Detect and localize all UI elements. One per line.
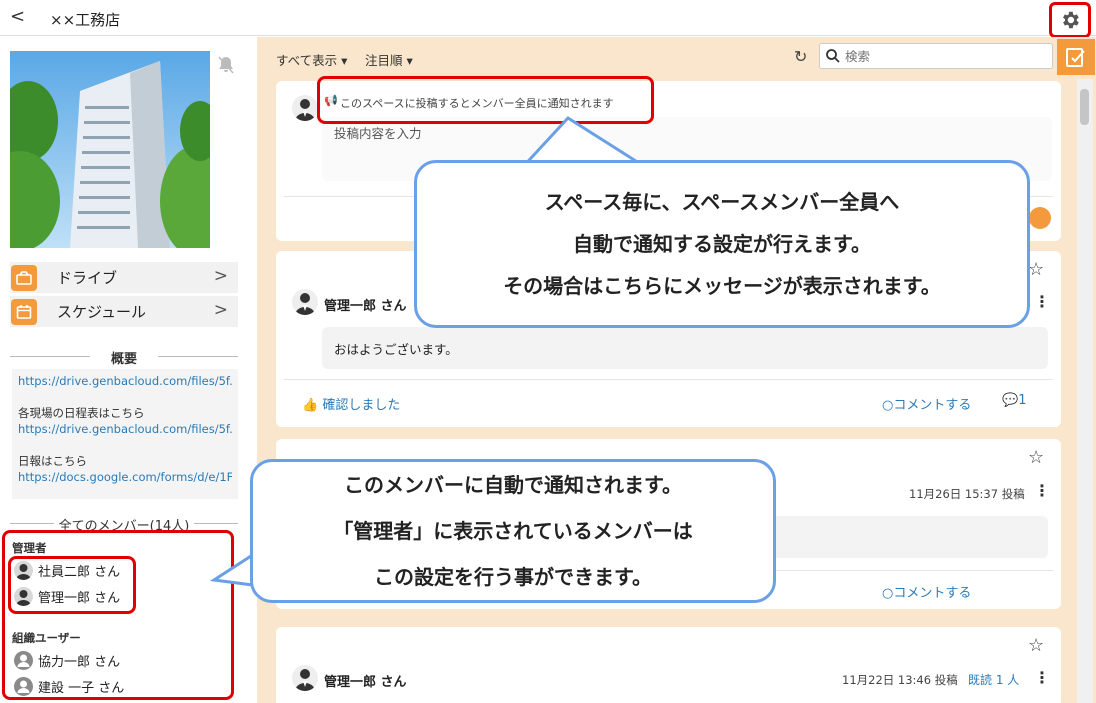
edit-note-icon	[1066, 48, 1085, 67]
scrollbar[interactable]	[1077, 79, 1093, 703]
drive-button[interactable]: ドライブ >	[10, 262, 238, 293]
post-card: ☆ 管理一郎 さん 11月22日 13:46 投稿 既読 1 人 ⋮	[276, 627, 1061, 703]
star-icon[interactable]: ☆	[1028, 635, 1044, 656]
overview-heading: 概要	[10, 348, 238, 367]
callout-line: このメンバーに自動で通知されます。	[344, 473, 682, 497]
search-box[interactable]	[819, 43, 1053, 69]
avatar	[292, 665, 318, 691]
callout-line: この設定を行う事ができます。	[374, 565, 652, 589]
divider	[284, 379, 1053, 380]
post-body-text: おはようございます。	[334, 342, 458, 357]
post-input-placeholder: 投稿内容を入力	[334, 126, 422, 141]
comment-label: コメントする	[893, 398, 972, 413]
comment-count[interactable]: 💬1	[1002, 393, 1026, 408]
callout-line: 自動で通知する設定が行えます。	[573, 232, 871, 256]
schedule-label: スケジュール	[57, 303, 146, 321]
admin-members-highlight	[8, 556, 136, 614]
comment-button[interactable]: ○コメントする	[882, 394, 971, 413]
comment-button[interactable]: ○コメントする	[882, 582, 971, 601]
search-icon	[826, 49, 840, 63]
post-author[interactable]: 管理一郎 さん	[324, 295, 407, 314]
calendar-icon	[11, 298, 37, 325]
post-meta: 11月26日 15:37 投稿	[909, 487, 1025, 501]
filter-dropdown[interactable]: すべて表示 ▾	[276, 50, 347, 69]
more-vert-icon[interactable]: ⋮	[1034, 292, 1050, 311]
space-title: ××工務店	[50, 11, 121, 29]
back-button[interactable]: <	[10, 6, 25, 27]
top-bar: < ××工務店	[0, 0, 1096, 38]
comment-count-value: 1	[1018, 393, 1027, 408]
post-author[interactable]: 管理一郎 さん	[324, 671, 407, 690]
settings-button[interactable]	[1049, 2, 1091, 38]
mute-bell-icon[interactable]	[216, 55, 236, 75]
drive-label: ドライブ	[57, 269, 118, 287]
post-body: おはようございます。	[322, 327, 1048, 369]
drive-icon	[11, 264, 37, 291]
callout-line: その場合はこちらにメッセージが表示されます。	[503, 274, 941, 298]
new-post-button[interactable]	[1057, 39, 1095, 75]
star-icon[interactable]: ☆	[1028, 447, 1044, 468]
confirm-label: 確認しました	[322, 398, 401, 413]
top-callout: スペース毎に、スペースメンバー全員へ 自動で通知する設定が行えます。 その場合は…	[414, 160, 1030, 328]
overview-link[interactable]: https://docs.google.com/forms/d/e/1F...	[18, 469, 232, 485]
space-photo	[10, 51, 210, 248]
overview-link[interactable]: https://drive.genbacloud.com/files/5f...	[18, 421, 232, 437]
schedule-button[interactable]: スケジュール >	[10, 296, 238, 327]
post-meta: 11月22日 13:46 投稿	[842, 673, 958, 687]
star-icon[interactable]: ☆	[1028, 259, 1044, 280]
search-input[interactable]	[845, 48, 1045, 64]
gear-icon	[1063, 11, 1079, 29]
comment-label: コメントする	[893, 586, 972, 601]
chevron-right-icon: >	[213, 266, 228, 286]
callout-line: 「管理者」に表示されているメンバーは	[333, 519, 693, 543]
callout-line: スペース毎に、スペースメンバー全員へ	[544, 190, 900, 214]
overview-text: 日報はこちら	[18, 454, 87, 468]
more-vert-icon[interactable]: ⋮	[1034, 481, 1050, 500]
more-vert-icon[interactable]: ⋮	[1034, 668, 1050, 687]
avatar	[292, 289, 318, 315]
chevron-right-icon: >	[213, 300, 228, 320]
overview-link[interactable]: https://drive.genbacloud.com/files/5f...	[18, 373, 232, 389]
avatar	[292, 95, 318, 121]
bottom-callout: このメンバーに自動で通知されます。 「管理者」に表示されているメンバーは この設…	[250, 459, 776, 603]
scrollbar-thumb[interactable]	[1080, 89, 1089, 125]
read-count[interactable]: 既読 1 人	[968, 671, 1019, 688]
confirm-button[interactable]: 👍 確認しました	[302, 394, 400, 413]
refresh-icon[interactable]: ↻	[794, 47, 807, 66]
submit-post-button[interactable]	[1029, 207, 1051, 229]
overview-text: 各現場の日程表はこちら	[18, 406, 145, 420]
overview-box: https://drive.genbacloud.com/files/5f...…	[12, 369, 238, 499]
sort-dropdown[interactable]: 注目順 ▾	[365, 50, 413, 69]
